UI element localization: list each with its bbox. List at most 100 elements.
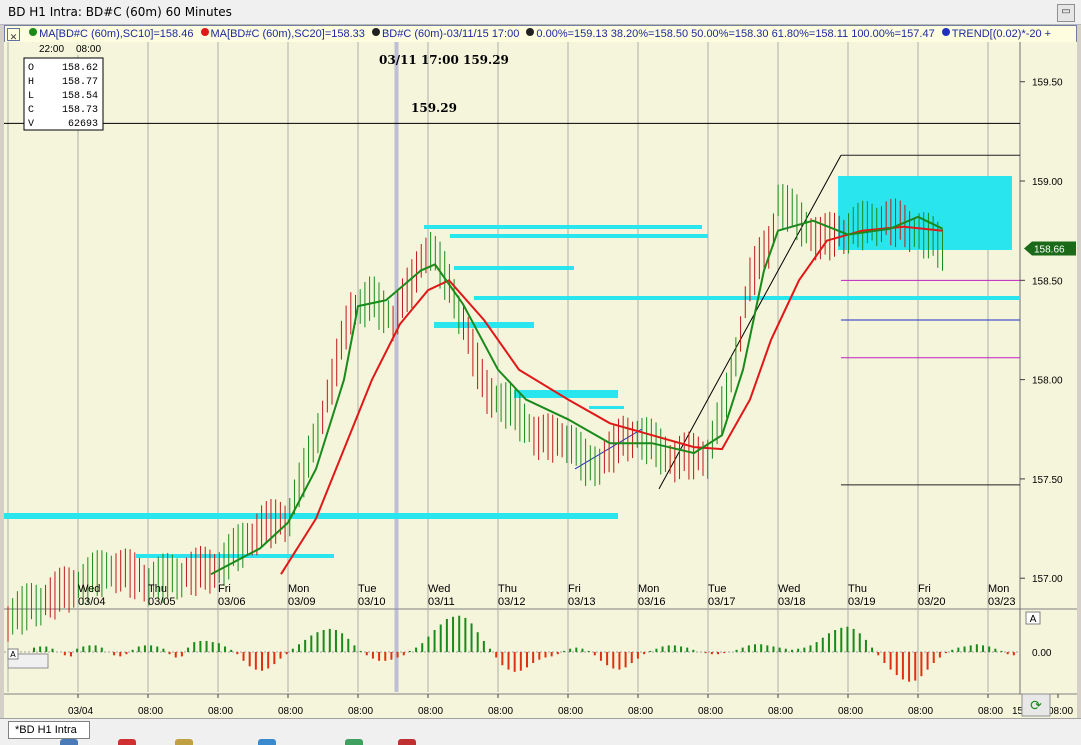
bottom-axis-label: 08:00 bbox=[698, 706, 723, 717]
ohlcv-key: O bbox=[28, 63, 34, 74]
close-icon[interactable]: ✕ bbox=[7, 28, 20, 42]
fib-dot-icon bbox=[371, 28, 380, 37]
day-label-date: 03/05 bbox=[148, 596, 176, 608]
taskbar-app-icon[interactable] bbox=[118, 739, 136, 745]
refresh-icon[interactable]: ⟳ bbox=[1030, 698, 1042, 714]
ma10-dot-icon bbox=[29, 28, 38, 37]
ohlcv-value: 158.73 bbox=[62, 105, 98, 116]
bottom-axis-label: 08:00 bbox=[768, 706, 793, 717]
price-tick-label: 158.00 bbox=[1032, 376, 1063, 387]
support-zone bbox=[474, 296, 1020, 300]
left-panel-marker-text: A bbox=[10, 650, 16, 659]
legend-fib[interactable]: BD#C (60m)-03/11/15 17:00 bbox=[382, 26, 519, 42]
day-label-dow: Mon bbox=[288, 583, 309, 595]
price-tick-label: 157.50 bbox=[1032, 475, 1063, 486]
day-label-dow: Thu bbox=[148, 583, 167, 595]
legend-ma10[interactable]: MA[BD#C (60m),SC10]=158.46 bbox=[39, 26, 193, 42]
panel-letter: A bbox=[1030, 614, 1037, 625]
legend-trend[interactable]: TREND[(0.02)*-20 + bbox=[952, 26, 1051, 42]
status-bar: *BD H1 Intra bbox=[0, 718, 1081, 745]
day-label-dow: Fri bbox=[918, 583, 931, 595]
chart-tab[interactable]: *BD H1 Intra bbox=[8, 721, 90, 739]
restore-icon[interactable]: ▭ bbox=[1057, 4, 1075, 22]
support-zone bbox=[450, 234, 708, 238]
day-label-date: 03/18 bbox=[778, 596, 806, 608]
day-label-dow: Tue bbox=[708, 583, 727, 595]
day-label-date: 03/16 bbox=[638, 596, 666, 608]
ohlcv-value: 62693 bbox=[68, 119, 98, 130]
bottom-axis-label: 03/04 bbox=[68, 706, 93, 717]
day-label-dow: Wed bbox=[778, 583, 800, 595]
bottom-axis-label: 08:00 bbox=[1048, 706, 1073, 717]
legend-fib-levels[interactable]: 0.00%=159.13 38.20%=158.50 50.00%=158.30… bbox=[536, 26, 934, 42]
time-header-right: 08:00 bbox=[76, 44, 101, 55]
bottom-axis-label: 08:00 bbox=[138, 706, 163, 717]
price-chart[interactable]: 0.00 157.00 157.50 158.00 158.50 159.00 159.5… bbox=[4, 42, 1077, 718]
window-title: BD H1 Intra: BD#C (60m) 60 Minutes bbox=[8, 5, 232, 19]
day-label-dow: Fri bbox=[218, 583, 231, 595]
day-label-date: 03/04 bbox=[78, 596, 106, 608]
bottom-axis-label: 08:00 bbox=[978, 706, 1003, 717]
support-zone bbox=[136, 554, 334, 558]
ohlcv-key: C bbox=[28, 105, 34, 116]
bottom-axis-label: 08:00 bbox=[278, 706, 303, 717]
day-label-date: 03/17 bbox=[708, 596, 736, 608]
last-price-label: 158.66 bbox=[1034, 245, 1065, 256]
day-label-date: 03/11 bbox=[428, 596, 455, 608]
taskbar-app-icon[interactable] bbox=[398, 739, 416, 745]
price-tick-label: 158.50 bbox=[1032, 276, 1063, 287]
support-zone bbox=[514, 390, 618, 398]
support-zone bbox=[4, 513, 618, 519]
day-label-dow: Fri bbox=[568, 583, 581, 595]
ohlcv-value: 158.62 bbox=[62, 63, 98, 74]
levels-dot-icon bbox=[526, 28, 535, 37]
bottom-axis-label: 08:00 bbox=[558, 706, 583, 717]
ohlcv-key: H bbox=[28, 77, 34, 88]
day-label-dow: Wed bbox=[428, 583, 450, 595]
crosshair-vertical bbox=[394, 42, 399, 692]
day-label-dow: Wed bbox=[78, 583, 100, 595]
day-label-date: 03/20 bbox=[918, 596, 946, 608]
ohlcv-value: 158.77 bbox=[62, 77, 98, 88]
ohlcv-value: 158.54 bbox=[62, 91, 98, 102]
time-header-left: 22:00 bbox=[39, 44, 64, 55]
day-label-dow: Mon bbox=[638, 583, 659, 595]
support-zone bbox=[454, 266, 574, 270]
day-label-dow: Mon bbox=[988, 583, 1009, 595]
bottom-axis-label: 08:00 bbox=[628, 706, 653, 717]
support-zone bbox=[838, 176, 1012, 250]
crosshair-price-label: 159.29 bbox=[411, 101, 457, 115]
day-label-dow: Tue bbox=[358, 583, 377, 595]
legend-ma20[interactable]: MA[BD#C (60m),SC20]=158.33 bbox=[211, 26, 365, 42]
day-label-dow: Thu bbox=[848, 583, 867, 595]
taskbar-app-icon[interactable] bbox=[345, 739, 363, 745]
taskbar-app-icon[interactable] bbox=[60, 739, 78, 745]
day-label-date: 03/12 bbox=[498, 596, 526, 608]
support-zone bbox=[424, 225, 702, 229]
bottom-axis-label: 08:00 bbox=[908, 706, 933, 717]
day-label-date: 03/19 bbox=[848, 596, 876, 608]
day-label-date: 03/09 bbox=[288, 596, 316, 608]
price-tick-label: 159.50 bbox=[1032, 78, 1063, 89]
taskbar-app-icon[interactable] bbox=[175, 739, 193, 745]
support-zone bbox=[434, 322, 534, 328]
window-titlebar: BD H1 Intra: BD#C (60m) 60 Minutes ▭ bbox=[0, 0, 1081, 25]
oscillator-zero-label: 0.00 bbox=[1032, 648, 1052, 659]
bottom-axis-label: 08:00 bbox=[348, 706, 373, 717]
day-label-date: 03/06 bbox=[218, 596, 246, 608]
taskbar-app-icon[interactable] bbox=[258, 739, 276, 745]
ma20-dot-icon bbox=[200, 28, 209, 37]
day-label-dow: Thu bbox=[498, 583, 517, 595]
crosshair-label: 03/11 17:00 159.29 bbox=[379, 53, 509, 67]
support-zone bbox=[589, 406, 624, 409]
trend-dot-icon bbox=[941, 28, 950, 37]
day-label-date: 03/13 bbox=[568, 596, 596, 608]
chart-background bbox=[4, 42, 1077, 718]
bottom-axis-label: 08:00 bbox=[208, 706, 233, 717]
day-label-date: 03/10 bbox=[358, 596, 386, 608]
day-label-date: 03/23 bbox=[988, 596, 1016, 608]
price-tick-label: 157.00 bbox=[1032, 574, 1063, 585]
price-tick-label: 159.00 bbox=[1032, 177, 1063, 188]
bottom-axis-label: 08:00 bbox=[488, 706, 513, 717]
ohlcv-key: L bbox=[28, 91, 34, 102]
